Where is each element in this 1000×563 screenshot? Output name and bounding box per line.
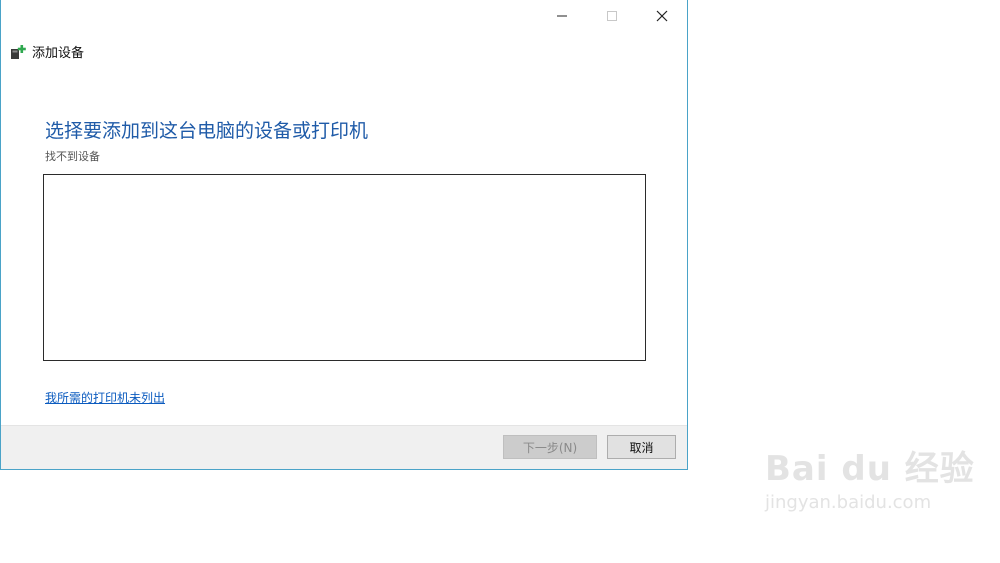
minimize-icon xyxy=(557,15,567,17)
add-device-window: 添加设备 选择要添加到这台电脑的设备或打印机 找不到设备 我所需的打印机未列出 … xyxy=(0,0,688,470)
page-heading: 选择要添加到这台电脑的设备或打印机 xyxy=(45,120,369,142)
maximize-icon xyxy=(607,11,617,21)
maximize-button[interactable] xyxy=(587,0,637,32)
close-icon xyxy=(656,10,668,22)
device-list[interactable] xyxy=(43,174,646,361)
printer-not-listed-link[interactable]: 我所需的打印机未列出 xyxy=(45,389,165,406)
window-title: 添加设备 xyxy=(10,42,84,61)
watermark-brand: Bai du 经验 xyxy=(765,449,975,489)
watermark-url: jingyan.baidu.com xyxy=(765,492,932,513)
caption-buttons xyxy=(537,0,687,32)
baidu-watermark: Bai du 经验 jingyan.baidu.com xyxy=(765,452,975,513)
add-device-icon xyxy=(11,44,26,59)
search-status: 找不到设备 xyxy=(45,150,100,163)
dialog-footer: 下一步(N) 取消 xyxy=(1,425,687,469)
next-button[interactable]: 下一步(N) xyxy=(503,435,597,459)
cancel-button[interactable]: 取消 xyxy=(607,435,676,459)
close-button[interactable] xyxy=(637,0,687,32)
minimize-button[interactable] xyxy=(537,0,587,32)
window-title-label: 添加设备 xyxy=(32,46,85,61)
